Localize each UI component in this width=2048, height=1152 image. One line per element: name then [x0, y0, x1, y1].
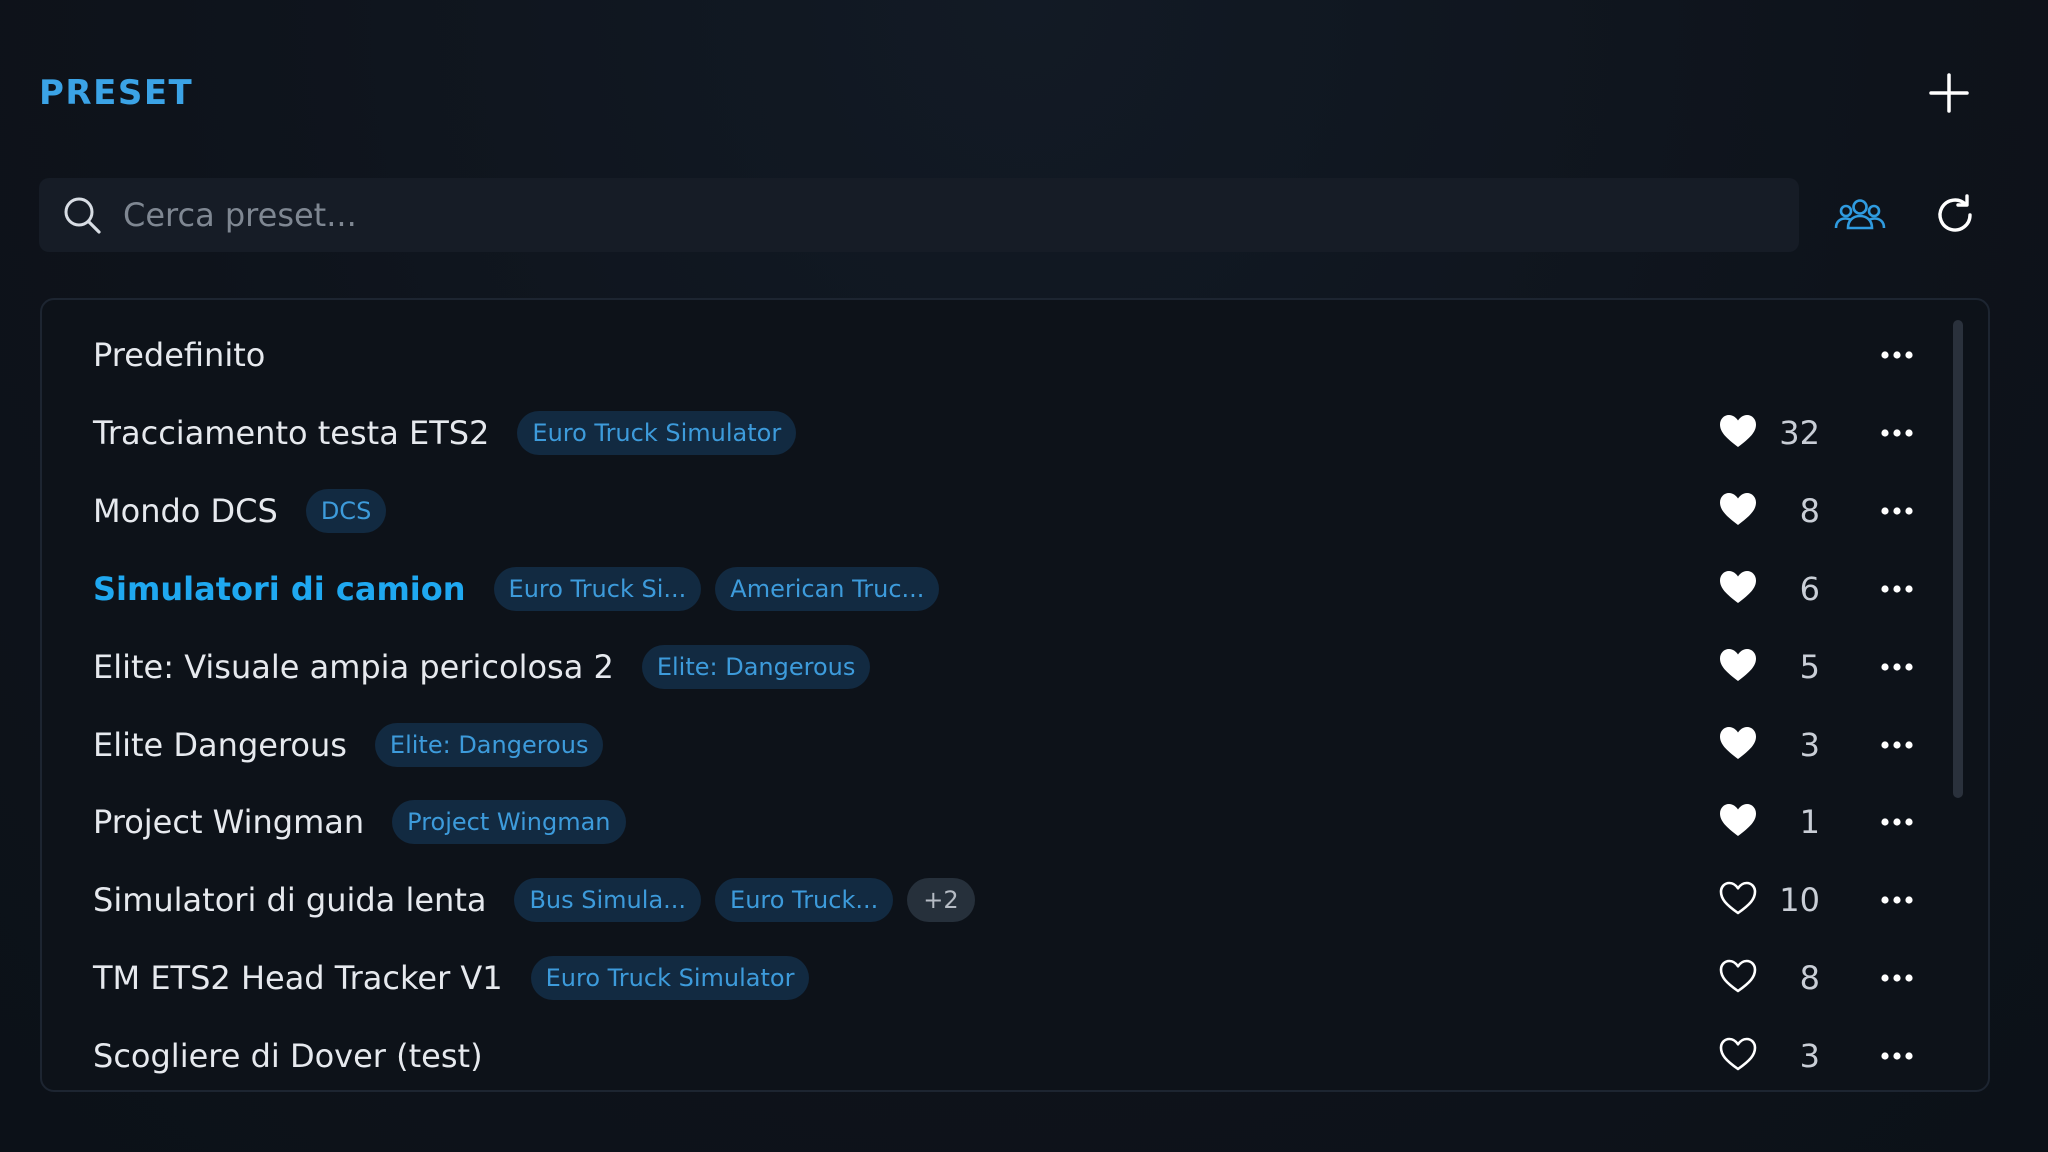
plus-icon [1929, 73, 1969, 113]
likes-group: 8 [1718, 945, 1820, 1011]
like-count: 8 [1799, 491, 1820, 530]
preset-tags: Bus Simula... Euro Truck... +2 [514, 878, 975, 923]
list-scrollbar[interactable] [1953, 320, 1963, 798]
preset-tags: Project Wingman [392, 800, 626, 845]
more-horizontal-icon [1881, 662, 1913, 671]
heart-outline-icon[interactable] [1718, 958, 1758, 998]
page-title: PRESET [39, 73, 194, 113]
game-tag: Elite: Dangerous [374, 722, 604, 767]
heart-outline-icon[interactable] [1718, 1036, 1758, 1076]
more-tags-badge[interactable]: +2 [907, 878, 975, 923]
preset-tags: Elite: Dangerous [641, 644, 871, 689]
game-tag: Project Wingman [392, 800, 626, 845]
preset-list: Predefinito Tracciamento testa ETS2 Euro T… [40, 298, 1990, 1092]
preset-row[interactable]: Tracciamento testa ETS2 Euro Truck Simula… [42, 400, 1932, 466]
search-bar [39, 178, 1799, 252]
preset-name[interactable]: Simulatori di camion [93, 570, 466, 608]
row-menu-button[interactable] [1875, 723, 1919, 767]
row-menu-button[interactable] [1875, 1034, 1919, 1078]
more-horizontal-icon [1881, 351, 1913, 359]
like-count: 3 [1799, 1037, 1820, 1076]
preset-row[interactable]: Scogliere di Dover (test) 3 [42, 1023, 1932, 1089]
more-horizontal-icon [1881, 896, 1913, 904]
heart-filled-icon[interactable] [1718, 802, 1758, 842]
preset-tags: Elite: Dangerous [374, 722, 604, 767]
preset-name[interactable]: Tracciamento testa ETS2 [93, 414, 489, 452]
preset-tags: DCS [305, 488, 387, 533]
row-menu-button[interactable] [1875, 489, 1919, 533]
row-menu-button[interactable] [1875, 800, 1919, 844]
game-tag: American Truc... [715, 566, 940, 611]
more-horizontal-icon [1881, 429, 1913, 437]
game-tag: DCS [305, 488, 387, 533]
row-menu-button[interactable] [1875, 567, 1919, 611]
users-group-icon [1834, 199, 1886, 230]
game-tag: Euro Truck Si... [493, 566, 702, 611]
game-tag: Bus Simula... [514, 878, 702, 923]
heart-outline-icon[interactable] [1718, 880, 1758, 920]
like-count: 1 [1799, 803, 1820, 842]
likes-group: 3 [1718, 712, 1820, 778]
likes-group: 1 [1718, 789, 1820, 855]
like-count: 6 [1799, 569, 1820, 608]
refresh-button[interactable] [1932, 192, 1978, 238]
preset-row[interactable]: Project Wingman Project Wingman 1 [42, 789, 1932, 855]
preset-row[interactable]: Predefinito [42, 322, 1932, 388]
more-horizontal-icon [1881, 740, 1913, 749]
heart-filled-icon[interactable] [1718, 569, 1758, 609]
preset-name[interactable]: Elite Dangerous [93, 726, 347, 764]
game-tag: Euro Truck... [715, 878, 894, 923]
heart-filled-icon[interactable] [1718, 647, 1758, 687]
preset-row[interactable]: TM ETS2 Head Tracker V1 Euro Truck Simula… [42, 945, 1932, 1011]
like-count: 8 [1799, 959, 1820, 998]
row-menu-button[interactable] [1875, 411, 1919, 455]
like-count: 3 [1799, 725, 1820, 764]
game-tag: Euro Truck Simulator [517, 410, 797, 455]
preset-tags: Euro Truck Si... American Truc... [493, 566, 940, 611]
game-tag: Elite: Dangerous [641, 644, 871, 689]
like-count: 10 [1779, 881, 1820, 920]
preset-name[interactable]: Simulatori di guida lenta [93, 881, 486, 919]
game-tag: Euro Truck Simulator [530, 956, 810, 1001]
preset-row[interactable]: Elite Dangerous Elite: Dangerous 3 [42, 712, 1932, 778]
more-horizontal-icon [1881, 507, 1913, 515]
more-horizontal-icon [1881, 1052, 1913, 1060]
like-count: 5 [1799, 647, 1820, 686]
preset-name[interactable]: TM ETS2 Head Tracker V1 [93, 959, 503, 997]
preset-row[interactable]: Simulatori di guida lenta Bus Simula... Eu… [42, 867, 1932, 933]
preset-row[interactable]: Elite: Visuale ampia pericolosa 2 Elite: … [42, 634, 1932, 700]
likes-group: 10 [1718, 867, 1820, 933]
heart-filled-icon[interactable] [1718, 725, 1758, 765]
community-presets-button[interactable] [1834, 190, 1886, 242]
row-menu-button[interactable] [1875, 956, 1919, 1000]
likes-group: 5 [1718, 634, 1820, 700]
preset-row[interactable]: Simulatori di camion Euro Truck Si... Amer… [42, 556, 1932, 622]
more-horizontal-icon [1881, 585, 1913, 593]
preset-name[interactable]: Scogliere di Dover (test) [93, 1037, 483, 1075]
row-menu-button[interactable] [1875, 333, 1919, 377]
search-input[interactable] [121, 184, 1799, 246]
presets-app: PRESET Predefi [0, 0, 2048, 1152]
refresh-icon [1938, 194, 1972, 232]
more-horizontal-icon [1881, 974, 1913, 982]
like-count: 32 [1779, 413, 1820, 452]
more-horizontal-icon [1881, 818, 1913, 826]
preset-tags: Euro Truck Simulator [530, 956, 810, 1001]
row-menu-button[interactable] [1875, 878, 1919, 922]
preset-name[interactable]: Mondo DCS [93, 492, 278, 530]
preset-name[interactable]: Predefinito [93, 336, 265, 374]
preset-tags: Euro Truck Simulator [517, 410, 797, 455]
preset-row[interactable]: Mondo DCS DCS 8 [42, 478, 1932, 544]
preset-name[interactable]: Project Wingman [93, 803, 364, 841]
likes-group: 6 [1718, 556, 1820, 622]
preset-name[interactable]: Elite: Visuale ampia pericolosa 2 [93, 648, 614, 686]
likes-group: 32 [1718, 400, 1820, 466]
heart-filled-icon[interactable] [1718, 491, 1758, 531]
likes-group: 8 [1718, 478, 1820, 544]
add-preset-button[interactable] [1926, 70, 1972, 116]
row-menu-button[interactable] [1875, 645, 1919, 689]
heart-filled-icon[interactable] [1718, 413, 1758, 453]
likes-group: 3 [1718, 1023, 1820, 1089]
search-icon [64, 197, 101, 234]
